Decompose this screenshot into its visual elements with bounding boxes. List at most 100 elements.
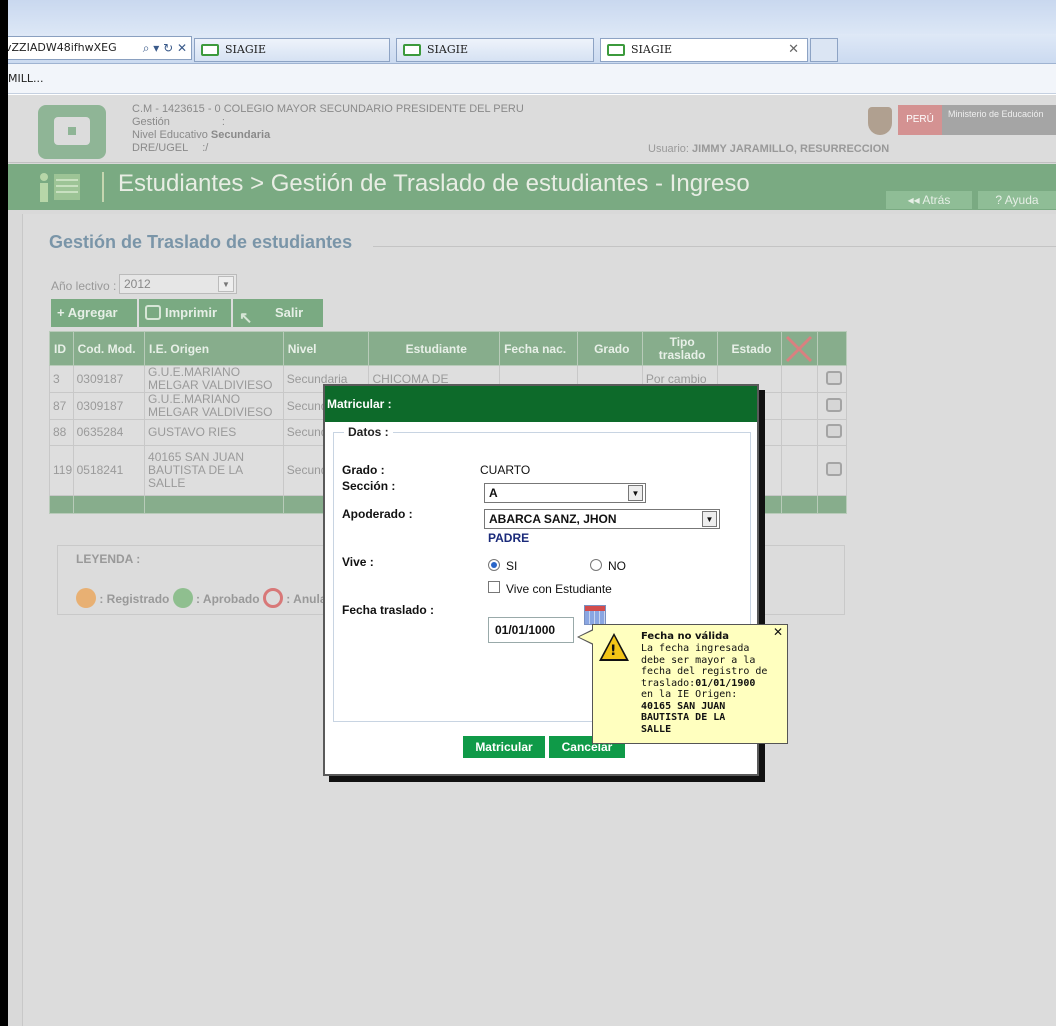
printer-icon[interactable] — [825, 424, 842, 438]
tab-label: SIAGIE — [427, 43, 468, 56]
leyenda-title: LEYENDA : — [76, 552, 141, 566]
printer-icon[interactable] — [825, 397, 842, 412]
col-header-ie[interactable]: I.E. Origen — [144, 331, 284, 366]
chevron-down-icon: ▼ — [218, 276, 234, 292]
tooltip-close-icon[interactable]: ✕ — [773, 625, 783, 639]
printer-icon — [145, 305, 161, 320]
seccion-select[interactable]: A ▼ — [484, 483, 646, 503]
title-separator — [102, 172, 104, 202]
salir-label: Salir — [275, 305, 304, 320]
apoderado-value: ABARCA SANZ, JHON — [489, 512, 617, 526]
exit-arrow-icon: ↖ — [239, 310, 253, 327]
cell-print — [817, 392, 847, 420]
tab-close-icon[interactable]: ✕ — [788, 39, 799, 61]
anio-label: Año lectivo : — [51, 279, 117, 293]
grado-value: CUARTO — [480, 463, 531, 477]
vive-si-radio[interactable] — [488, 559, 500, 571]
col-header-estado[interactable]: Estado — [717, 331, 782, 366]
anio-select[interactable]: 2012 ▼ — [119, 274, 237, 294]
leyenda-aprobado: : Aprobado — [196, 592, 260, 606]
cell-anular — [780, 365, 819, 393]
salir-button[interactable]: ↖ Salir — [233, 299, 323, 327]
col-header-grado[interactable]: Grado — [576, 331, 643, 366]
ayuda-button[interactable]: ? Ayuda — [978, 191, 1056, 209]
leyenda-items: : Registrado : Aprobado : Anulado — [76, 588, 341, 608]
address-bar[interactable]: vZZIADW48ifhwXEG ⌕ ▾ ↻ ✕ — [8, 36, 192, 60]
action-toolbar: + Agregar Imprimir ↖ Salir — [51, 299, 323, 327]
aprobado-icon — [172, 588, 193, 608]
page-title: Estudiantes > Gestión de Traslado de est… — [118, 170, 750, 197]
tooltip-date: 01/01/1900 — [695, 677, 756, 689]
section-title: Gestión de Traslado de estudiantes — [49, 232, 353, 252]
printer-icon[interactable] — [825, 462, 842, 476]
tooltip-line: 40165 SAN JUAN — [641, 700, 726, 712]
cell-id: 87 — [49, 392, 74, 420]
nivel-label: Nivel Educativo — [132, 129, 208, 141]
col-header-cod[interactable]: Cod. Mod. — [72, 331, 146, 366]
imprimir-label: Imprimir — [165, 305, 218, 320]
cell-id: 3 — [49, 365, 74, 393]
school-name: C.M - 1423615 - 0 COLEGIO MAYOR SECUNDAR… — [132, 103, 524, 115]
siagie-favicon-icon — [201, 44, 219, 56]
tooltip-line-pre: traslado: — [641, 677, 696, 689]
dre-value: :/ — [202, 142, 209, 154]
cell-id: 88 — [49, 419, 74, 446]
warning-exclamation: ! — [610, 643, 617, 659]
user-info: Usuario: JIMMY JARAMILLO, RESURRECCION — [648, 143, 889, 155]
calendar-icon[interactable] — [584, 605, 606, 625]
agregar-button[interactable]: + Agregar — [51, 299, 137, 327]
window-titlebar — [8, 0, 1056, 34]
tooltip-body: La fecha ingresada debe ser mayor a la f… — [641, 643, 785, 735]
anulado-icon — [262, 588, 283, 608]
fecha-traslado-input[interactable]: 01/01/1000 — [488, 617, 574, 643]
favorites-item[interactable]: MILL... — [8, 72, 43, 85]
vive-no-label: NO — [608, 559, 626, 573]
cell-ie: G.U.E.MARIANO MELGAR VALDIVIESO — [144, 392, 284, 420]
chevron-down-icon: ▼ — [628, 485, 643, 501]
dialog-title: Matricular : — [325, 386, 757, 422]
col-header-tipo[interactable]: Tipo traslado — [641, 331, 719, 366]
imprimir-button[interactable]: Imprimir — [139, 299, 231, 327]
cell-anular — [780, 445, 819, 496]
chevron-down-icon: ▼ — [702, 511, 717, 527]
tooltip-line: SALLE — [641, 723, 672, 735]
siagie-logo — [38, 105, 106, 159]
usuario-label: Usuario: — [648, 143, 689, 155]
browser-tab-3[interactable]: SIAGIE ✕ — [600, 38, 808, 62]
cell-cod: 0518241 — [72, 445, 146, 496]
tooltip-title: Fecha no válida — [641, 631, 729, 642]
matricular-button[interactable]: Matricular — [463, 736, 545, 758]
peru-shield-icon — [868, 107, 892, 135]
col-header-nivel[interactable]: Nivel — [282, 331, 370, 366]
new-tab-button[interactable] — [810, 38, 838, 62]
tooltip-line: debe ser mayor a la — [641, 654, 756, 666]
browser-tab-1[interactable]: SIAGIE — [194, 38, 390, 62]
usuario-value: JIMMY JARAMILLO, RESURRECCION — [692, 143, 890, 155]
title-bar: Estudiantes > Gestión de Traslado de est… — [8, 164, 1056, 210]
cell-print — [817, 419, 847, 446]
anio-value: 2012 — [124, 277, 151, 291]
atras-button[interactable]: ◂◂ Atrás — [886, 191, 972, 209]
printer-icon[interactable] — [825, 370, 842, 385]
col-header-estudiante[interactable]: Estudiante — [368, 331, 501, 366]
cell-cod: 0309187 — [72, 392, 146, 420]
cell-cod: 0635284 — [72, 419, 146, 446]
col-header-id[interactable]: ID — [49, 331, 74, 366]
vive-con-estudiante-checkbox[interactable] — [488, 581, 500, 593]
cell-ie: G.U.E.MARIANO MELGAR VALDIVIESO — [144, 365, 284, 393]
fieldset-legend: Datos : — [344, 425, 393, 439]
cell-anular — [780, 419, 819, 446]
tooltip-line: BAUTISTA DE LA — [641, 712, 726, 723]
leyenda-registrado: : Registrado — [99, 592, 170, 606]
dre-label: DRE/UGEL — [132, 142, 189, 154]
browser-tab-2[interactable]: SIAGIE — [396, 38, 594, 62]
section-divider — [373, 246, 1056, 247]
siagie-favicon-icon — [403, 44, 421, 56]
ministerio-label: Ministerio de Educación — [942, 105, 1056, 135]
fecha-traslado-label: Fecha traslado : — [342, 603, 435, 617]
vive-no-radio[interactable] — [590, 559, 602, 571]
address-actions-icon[interactable]: ⌕ ▾ ↻ ✕ — [143, 37, 187, 59]
apoderado-select[interactable]: ABARCA SANZ, JHON ▼ — [484, 509, 720, 529]
address-text: vZZIADW48ifhwXEG — [8, 41, 117, 54]
col-header-fecha[interactable]: Fecha nac. — [499, 331, 578, 366]
